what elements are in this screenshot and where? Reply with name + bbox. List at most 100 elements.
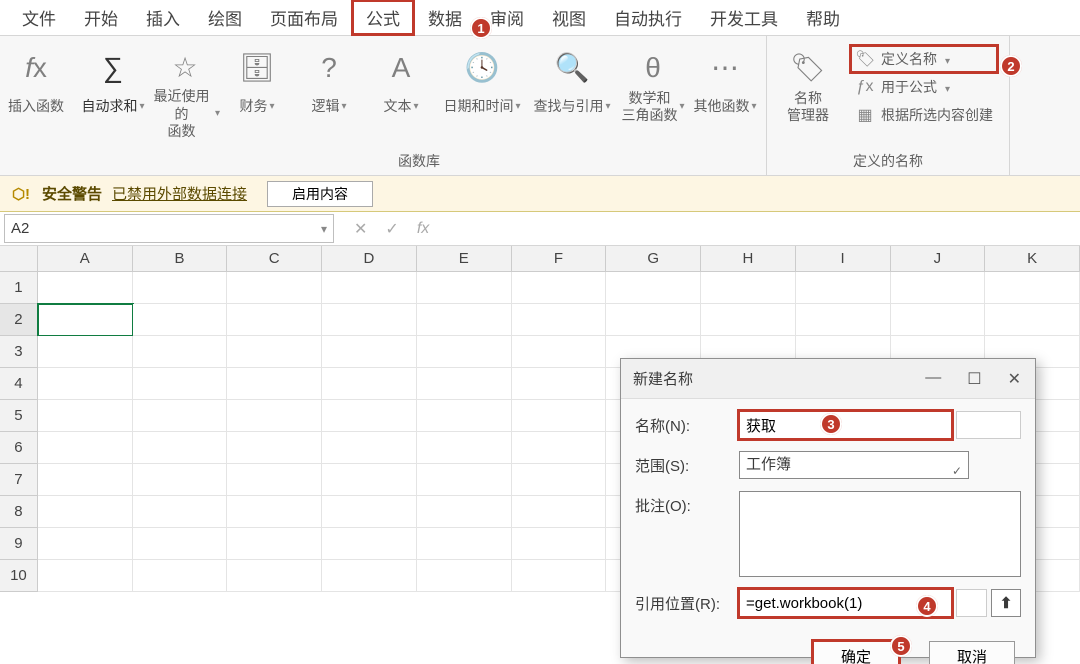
- tab-insert[interactable]: 插入: [132, 0, 194, 35]
- cell[interactable]: [227, 304, 322, 336]
- cell[interactable]: [38, 368, 133, 400]
- tab-formulas[interactable]: 公式: [352, 0, 414, 35]
- cell[interactable]: [322, 496, 417, 528]
- cell[interactable]: [133, 400, 228, 432]
- cell[interactable]: [322, 528, 417, 560]
- cell[interactable]: [796, 304, 891, 336]
- formula-input[interactable]: [445, 212, 1080, 245]
- col-header[interactable]: G: [606, 246, 701, 272]
- cell[interactable]: [133, 336, 228, 368]
- cancel-button[interactable]: 取消: [929, 641, 1015, 664]
- tab-layout[interactable]: 页面布局: [256, 0, 352, 35]
- cell[interactable]: [133, 464, 228, 496]
- col-header[interactable]: K: [985, 246, 1080, 272]
- cell[interactable]: [227, 432, 322, 464]
- tab-auto[interactable]: 自动执行: [600, 0, 696, 35]
- cell[interactable]: [322, 464, 417, 496]
- cell[interactable]: [512, 560, 607, 592]
- cell[interactable]: [227, 496, 322, 528]
- cancel-formula-icon[interactable]: ✕: [354, 219, 367, 239]
- tab-draw[interactable]: 绘图: [194, 0, 256, 35]
- cell[interactable]: [512, 432, 607, 464]
- col-header[interactable]: J: [891, 246, 986, 272]
- cell[interactable]: [227, 336, 322, 368]
- cell[interactable]: [133, 528, 228, 560]
- cell[interactable]: [417, 400, 512, 432]
- cell[interactable]: [133, 272, 228, 304]
- col-header[interactable]: H: [701, 246, 796, 272]
- cell[interactable]: [985, 272, 1080, 304]
- cell[interactable]: [512, 400, 607, 432]
- cell[interactable]: [133, 560, 228, 592]
- cell[interactable]: [38, 400, 133, 432]
- row-header[interactable]: 6: [0, 432, 38, 464]
- cell[interactable]: [322, 304, 417, 336]
- col-header[interactable]: I: [796, 246, 891, 272]
- cell[interactable]: [133, 432, 228, 464]
- btn-autosum[interactable]: ∑ 自动求和: [78, 42, 148, 126]
- btn-datetime[interactable]: 🕓 日期和时间: [438, 42, 526, 126]
- cell[interactable]: [512, 496, 607, 528]
- cell[interactable]: [701, 272, 796, 304]
- cell[interactable]: [985, 304, 1080, 336]
- cell[interactable]: [606, 304, 701, 336]
- cell[interactable]: [38, 496, 133, 528]
- cell[interactable]: [227, 272, 322, 304]
- cell[interactable]: [322, 336, 417, 368]
- btn-mathtrig[interactable]: θ 数学和 三角函数: [618, 42, 688, 126]
- close-icon[interactable]: ✕: [1008, 369, 1021, 389]
- cell[interactable]: [38, 432, 133, 464]
- tab-file[interactable]: 文件: [8, 0, 70, 35]
- cell[interactable]: [891, 272, 986, 304]
- cell[interactable]: [701, 304, 796, 336]
- confirm-formula-icon[interactable]: ✓: [385, 219, 398, 239]
- range-picker-icon[interactable]: ⬆: [991, 589, 1021, 617]
- cell[interactable]: [417, 560, 512, 592]
- btn-create-from-selection[interactable]: ▦ 根据所选内容创建: [851, 102, 997, 128]
- cell[interactable]: [322, 400, 417, 432]
- cell[interactable]: [227, 368, 322, 400]
- input-name[interactable]: [739, 411, 952, 439]
- cell[interactable]: [227, 528, 322, 560]
- cell[interactable]: [417, 304, 512, 336]
- row-header[interactable]: 10: [0, 560, 38, 592]
- btn-insert-function[interactable]: fx 插入函数: [1, 42, 71, 126]
- minimize-icon[interactable]: —: [925, 369, 941, 389]
- col-header[interactable]: C: [227, 246, 322, 272]
- btn-lookup[interactable]: 🔍 查找与引用: [528, 42, 616, 126]
- select-all-corner[interactable]: [0, 246, 38, 272]
- cell[interactable]: [227, 400, 322, 432]
- btn-recent[interactable]: ☆ 最近使用的 函数: [150, 42, 220, 141]
- row-header[interactable]: 8: [0, 496, 38, 528]
- btn-financial[interactable]: 🗄 财务: [222, 42, 292, 126]
- cell[interactable]: [38, 304, 133, 336]
- cell[interactable]: [417, 528, 512, 560]
- cell[interactable]: [227, 464, 322, 496]
- name-box[interactable]: A2: [4, 214, 334, 243]
- btn-text[interactable]: A 文本: [366, 42, 436, 126]
- cell[interactable]: [512, 528, 607, 560]
- input-refers-ext[interactable]: [956, 589, 987, 617]
- btn-define-name[interactable]: 🏷 定义名称: [851, 46, 997, 72]
- tab-help[interactable]: 帮助: [792, 0, 854, 35]
- col-header[interactable]: B: [133, 246, 228, 272]
- textarea-comment[interactable]: [739, 491, 1021, 577]
- cell[interactable]: [796, 272, 891, 304]
- tab-home[interactable]: 开始: [70, 0, 132, 35]
- cell[interactable]: [38, 528, 133, 560]
- col-header[interactable]: E: [417, 246, 512, 272]
- select-scope[interactable]: 工作簿: [739, 451, 969, 479]
- col-header[interactable]: D: [322, 246, 417, 272]
- maximize-icon[interactable]: ☐: [967, 369, 981, 389]
- row-header[interactable]: 7: [0, 464, 38, 496]
- cell[interactable]: [322, 560, 417, 592]
- cell[interactable]: [417, 464, 512, 496]
- cell[interactable]: [322, 368, 417, 400]
- cell[interactable]: [38, 272, 133, 304]
- col-header[interactable]: F: [512, 246, 607, 272]
- btn-morefn[interactable]: ⋯ 其他函数: [690, 42, 760, 126]
- cell[interactable]: [606, 272, 701, 304]
- cell[interactable]: [322, 432, 417, 464]
- cell[interactable]: [38, 560, 133, 592]
- cell[interactable]: [417, 432, 512, 464]
